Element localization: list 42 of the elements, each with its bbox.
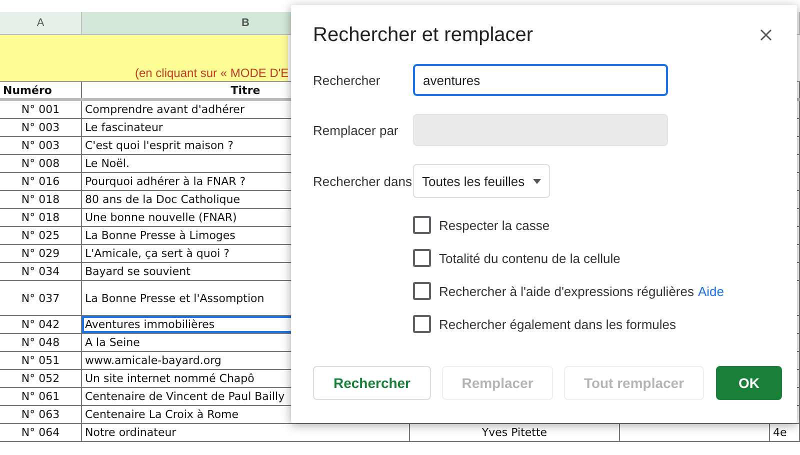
table-cell: N° 063 [0,406,82,423]
caret-icon [532,178,541,184]
checkbox-label[interactable]: Rechercher également dans les formules [439,316,676,332]
dialog-button[interactable]: Rechercher [313,366,431,400]
help-link[interactable]: Aide [698,284,724,298]
table-cell: N° 003 [0,137,82,154]
table-cell: N° 003 [0,119,82,136]
table-cell: N° 052 [0,370,82,387]
checkbox[interactable] [413,282,431,300]
table-cell: N° 037 [0,281,82,315]
close-icon[interactable] [760,29,772,41]
checkbox[interactable] [413,315,431,333]
checkbox-label[interactable]: Totalité du contenu de la cellule [439,250,620,266]
table-cell: N° 061 [0,388,82,405]
table-cell[interactable]: Notre ordinateur [82,424,410,441]
checkbox-label[interactable]: Rechercher à l'aide d'expressions régulières [439,284,694,298]
instruction-banner: (en cliquant sur « MODE D'E [0,35,288,81]
checkbox[interactable] [413,249,431,267]
table-cell: N° 048 [0,334,82,351]
search-field[interactable]: aventures [413,64,668,96]
checkbox[interactable] [413,216,431,234]
table-cell: N° 016 [0,173,82,190]
field-label: Remplacer par [313,122,400,138]
table-cell: N° 001 [0,101,82,118]
checkbox-label[interactable]: Respecter la casse [439,218,550,232]
table-cell: N° 018 [0,209,82,226]
scope-dropdown[interactable]: Toutes les feuilles [413,164,550,198]
table-cell: 4e [770,424,800,441]
table-cell: N° 008 [0,155,82,172]
table-cell[interactable]: Aventures immobilières [82,316,410,333]
table-header: Numéro [0,82,82,98]
table-cell: Yves Pitette [410,424,620,441]
ok-button[interactable]: OK [716,366,782,400]
table-cell: N° 025 [0,227,82,244]
table-cell: N° 018 [0,191,82,208]
table-cell: N° 029 [0,245,82,262]
table-cell: N° 034 [0,263,82,280]
column-header[interactable]: A [0,12,82,34]
table-cell: N° 042 [0,316,82,333]
table-cell: N° 064 [0,424,82,441]
field-label: Rechercher dans [313,174,413,188]
table-cell: N° 051 [0,352,82,369]
